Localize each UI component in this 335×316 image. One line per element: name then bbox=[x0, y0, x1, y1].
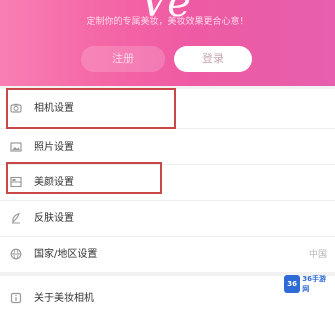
info-icon bbox=[10, 292, 22, 304]
divider bbox=[0, 200, 335, 201]
globe-icon bbox=[10, 248, 22, 260]
divider bbox=[0, 236, 335, 237]
region-value: 中国 bbox=[308, 250, 327, 260]
login-button[interactable]: 登录 bbox=[174, 46, 252, 72]
watermark-badge: 36 bbox=[284, 275, 301, 293]
menu-label: 反肤设置 bbox=[34, 213, 74, 224]
highlight-box-beauty-settings bbox=[6, 162, 162, 194]
site-watermark: 36 36手游网 bbox=[284, 272, 330, 296]
profile-header: Ve 定制你的专属美妆，美妆效果更合心意！ 注册 登录 bbox=[0, 0, 335, 86]
menu-label: 关于美妆相机 bbox=[34, 293, 94, 304]
menu-label: 国家/地区设置 bbox=[34, 249, 98, 260]
highlight-box-camera-settings bbox=[6, 88, 176, 129]
photo-icon bbox=[10, 141, 22, 153]
header-slogan: 定制你的专属美妆，美妆效果更合心意！ bbox=[86, 17, 249, 27]
menu-item-photo-settings[interactable]: 照片设置 bbox=[0, 131, 335, 165]
watermark-text: 36手游网 bbox=[302, 275, 326, 293]
skin-icon bbox=[10, 212, 22, 224]
register-button[interactable]: 注册 bbox=[81, 46, 165, 72]
menu-item-region-settings[interactable]: 国家/地区设置 中国 bbox=[0, 238, 335, 272]
menu-label: 照片设置 bbox=[34, 142, 74, 153]
menu-item-skin-settings[interactable]: 反肤设置 bbox=[0, 202, 335, 236]
